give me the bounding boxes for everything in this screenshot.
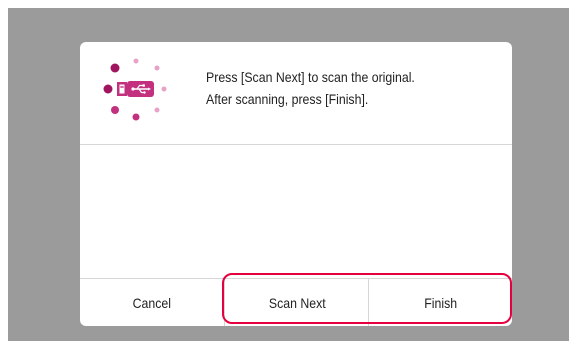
scan-next-button[interactable]: Scan Next (224, 279, 369, 326)
finish-button-label: Finish (424, 295, 458, 311)
button-bar: Cancel Scan Next Finish (80, 278, 512, 326)
instruction-line-1: Press [Scan Next] to scan the original. (206, 69, 415, 85)
instruction-line-2: After scanning, press [Finish]. (206, 91, 369, 107)
dialog-header: Press [Scan Next] to scan the original. … (80, 42, 512, 144)
device-screen: Press [Scan Next] to scan the original. … (8, 8, 569, 341)
finish-button[interactable]: Finish (368, 279, 512, 326)
header-divider (80, 144, 512, 145)
instruction-message: Press [Scan Next] to scan the original. … (206, 66, 470, 110)
cancel-button-label: Cancel (132, 295, 172, 311)
usb-memory-scanning-icon (103, 58, 167, 121)
cancel-button[interactable]: Cancel (80, 279, 224, 326)
scan-dialog: Press [Scan Next] to scan the original. … (80, 42, 512, 326)
scan-next-button-label: Scan Next (268, 295, 326, 311)
